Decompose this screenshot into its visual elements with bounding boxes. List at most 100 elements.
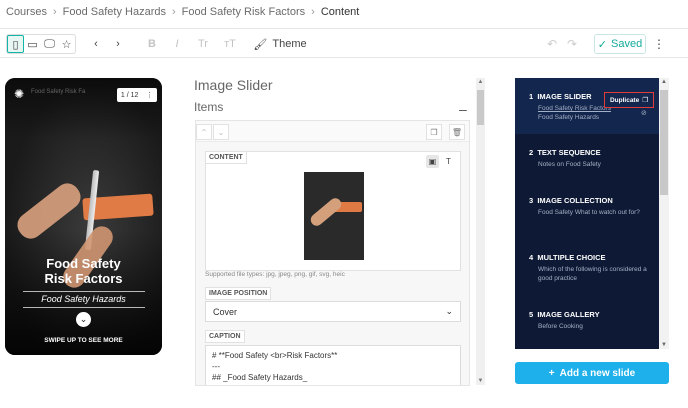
undo-redo-group: ↶ ↷ (540, 34, 584, 54)
content-section: ▣ T (205, 151, 461, 271)
toolbar: ▯ ▭ 🖵 ☆ ‹ › B I Tr ᴛT 🖌 Theme ↶ ↷ ✓ Save… (0, 28, 688, 58)
check-icon: ✓ (597, 38, 607, 51)
slide-subtitle: Food Safety What to watch out for? (538, 209, 640, 216)
scroll-down-icon[interactable]: ▼ (476, 378, 485, 384)
slide-number: 3 (529, 196, 534, 205)
slide-item-image-gallery[interactable]: 5 IMAGE GALLERY Before Cooking (515, 300, 659, 349)
star-icon[interactable]: ☆ (58, 35, 75, 53)
slide-preview: ✺ Food Safety Risk Fa 1 / 12 ⋮ Food Safe… (5, 78, 162, 355)
breadcrumb-current: Content (320, 6, 360, 18)
preview-subtitle: Food Safety Hazards (41, 294, 126, 304)
supported-file-types: Supported file types: jpg, jpeg, png, gi… (205, 271, 345, 278)
chevron-down-icon[interactable]: ⌄ (76, 312, 91, 327)
slide-item-image-slider[interactable]: 1 IMAGE SLIDER Food Safety Risk Factors … (515, 78, 659, 134)
caption-textarea[interactable]: # **Food Safety <br>Risk Factors** --- #… (205, 345, 461, 385)
slide-number: 4 (529, 253, 534, 262)
move-down-icon[interactable]: ⌄ (213, 124, 229, 140)
image-position-label: IMAGE POSITION (205, 287, 272, 300)
scrollbar-thumb[interactable] (660, 90, 668, 195)
slide-counter-text: 1 / 12 (120, 91, 139, 99)
slide-subtitle: Before Cooking (538, 323, 583, 330)
slide-number: 1 (529, 92, 534, 101)
slides-scrollbar[interactable]: ▲ ▼ (659, 78, 669, 349)
device-toggle-group: ▯ ▭ 🖵 ☆ (6, 34, 76, 54)
image-position-select[interactable]: Cover ⌄ (205, 301, 461, 322)
scrollbar-thumb[interactable] (477, 90, 484, 125)
brand-logo-icon: ✺ (13, 87, 25, 101)
slide-title-text: IMAGE COLLECTION (537, 196, 613, 205)
caption-label: CAPTION (205, 330, 245, 343)
slide-subtitle: Food Safety Hazards (538, 114, 600, 121)
theme-label: Theme (272, 38, 307, 50)
text-icon[interactable]: T (442, 155, 455, 168)
slide-title-text: TEXT SEQUENCE (537, 148, 601, 157)
saved-button[interactable]: ✓ Saved (594, 34, 646, 54)
chevron-left-icon[interactable]: ‹ (90, 34, 102, 54)
plus-icon: + (548, 367, 555, 379)
saved-label: Saved (611, 38, 643, 50)
scroll-up-icon[interactable]: ▲ (659, 79, 669, 85)
slide-counter[interactable]: 1 / 12 ⋮ (117, 88, 157, 102)
duplicate-label: Duplicate (609, 96, 640, 104)
item-editor: ⌃ ⌄ ❐ 🗑 ▣ T CONTENT Supported file types… (195, 120, 470, 386)
breadcrumb-courses[interactable]: Courses (6, 6, 47, 18)
items-label: Items (194, 100, 224, 114)
breadcrumb-separator: › (52, 6, 57, 18)
chevron-right-icon[interactable]: › (112, 34, 124, 54)
slide-item-multiple-choice[interactable]: 4 MULTIPLE CHOICE Which of the following… (515, 244, 659, 300)
mobile-device-icon[interactable]: ▯ (7, 35, 24, 53)
slide-title: 1 IMAGE SLIDER (529, 92, 592, 101)
editor-scrollbar[interactable]: ▲ ▼ (476, 78, 485, 385)
desktop-device-icon[interactable]: 🖵 (41, 35, 58, 53)
text-style-button[interactable]: ᴛT (222, 34, 238, 54)
breadcrumb-risk-factors[interactable]: Food Safety Risk Factors (182, 6, 306, 18)
theme-button[interactable]: 🖌 Theme (253, 34, 307, 54)
trash-icon[interactable]: 🗑 (449, 124, 465, 140)
collapse-icon[interactable]: – (459, 101, 467, 117)
caption-line: ## _Food Safety Hazards_ (212, 373, 308, 382)
scroll-down-icon[interactable]: ▼ (659, 342, 669, 348)
add-slide-label: Add a new slide (559, 367, 636, 379)
preview-title: Food Safety Risk Factors (5, 256, 162, 286)
paint-roller-icon: 🖌 (253, 38, 268, 51)
tablet-device-icon[interactable]: ▭ (24, 35, 41, 53)
panel-title: Image Slider (194, 77, 273, 93)
slide-title-text: IMAGE GALLERY (537, 310, 600, 319)
copy-icon[interactable]: ❐ (426, 124, 442, 140)
image-icon[interactable]: ▣ (426, 155, 439, 168)
undo-icon[interactable]: ↶ (547, 37, 557, 51)
slide-number: 2 (529, 148, 534, 157)
redo-icon[interactable]: ↷ (567, 37, 577, 51)
scroll-up-icon[interactable]: ▲ (476, 79, 485, 85)
add-slide-button[interactable]: + Add a new slide (515, 362, 669, 384)
chevron-down-icon: ⌄ (445, 306, 453, 316)
breadcrumb-food-safety-hazards[interactable]: Food Safety Hazards (63, 6, 166, 18)
item-toolbar: ⌃ ⌄ ❐ 🗑 (196, 121, 469, 142)
slide-title: 3 IMAGE COLLECTION (529, 196, 613, 205)
more-vertical-icon[interactable]: ⋮ (146, 91, 153, 99)
delete-slide-icon[interactable]: ⊘ (641, 109, 647, 117)
preview-divider (23, 291, 145, 292)
slide-subtitle: Which of the following is considered a g… (538, 266, 647, 282)
more-options-icon[interactable]: ⋮ (652, 34, 666, 54)
slide-number: 5 (529, 310, 534, 319)
bold-button[interactable]: B (145, 34, 159, 54)
preview-divider (23, 307, 145, 308)
preview-title-line: Food Safety (46, 256, 121, 271)
slide-title: 5 IMAGE GALLERY (529, 310, 600, 319)
slide-item-image-collection[interactable]: 3 IMAGE COLLECTION Food Safety What to w… (515, 188, 659, 244)
move-up-icon[interactable]: ⌃ (196, 124, 212, 140)
slide-item-text-sequence[interactable]: 2 TEXT SEQUENCE Notes on Food Safety (515, 138, 659, 188)
duplicate-icon: ❐ (642, 97, 649, 104)
slide-title-text: MULTIPLE CHOICE (537, 253, 606, 262)
slide-title-text: IMAGE SLIDER (537, 92, 592, 101)
duplicate-button[interactable]: Duplicate ❐ (604, 92, 654, 108)
slide-title: 4 MULTIPLE CHOICE (529, 253, 606, 262)
content-image-thumbnail[interactable] (304, 172, 364, 260)
caption-line: --- (212, 362, 220, 371)
text-size-button[interactable]: Tr (195, 34, 211, 54)
caption-line: # **Food Safety <br>Risk Factors** (212, 351, 338, 360)
image-position-value: Cover (213, 306, 238, 317)
thumbnail-hand (308, 195, 344, 229)
italic-button[interactable]: I (170, 34, 184, 54)
